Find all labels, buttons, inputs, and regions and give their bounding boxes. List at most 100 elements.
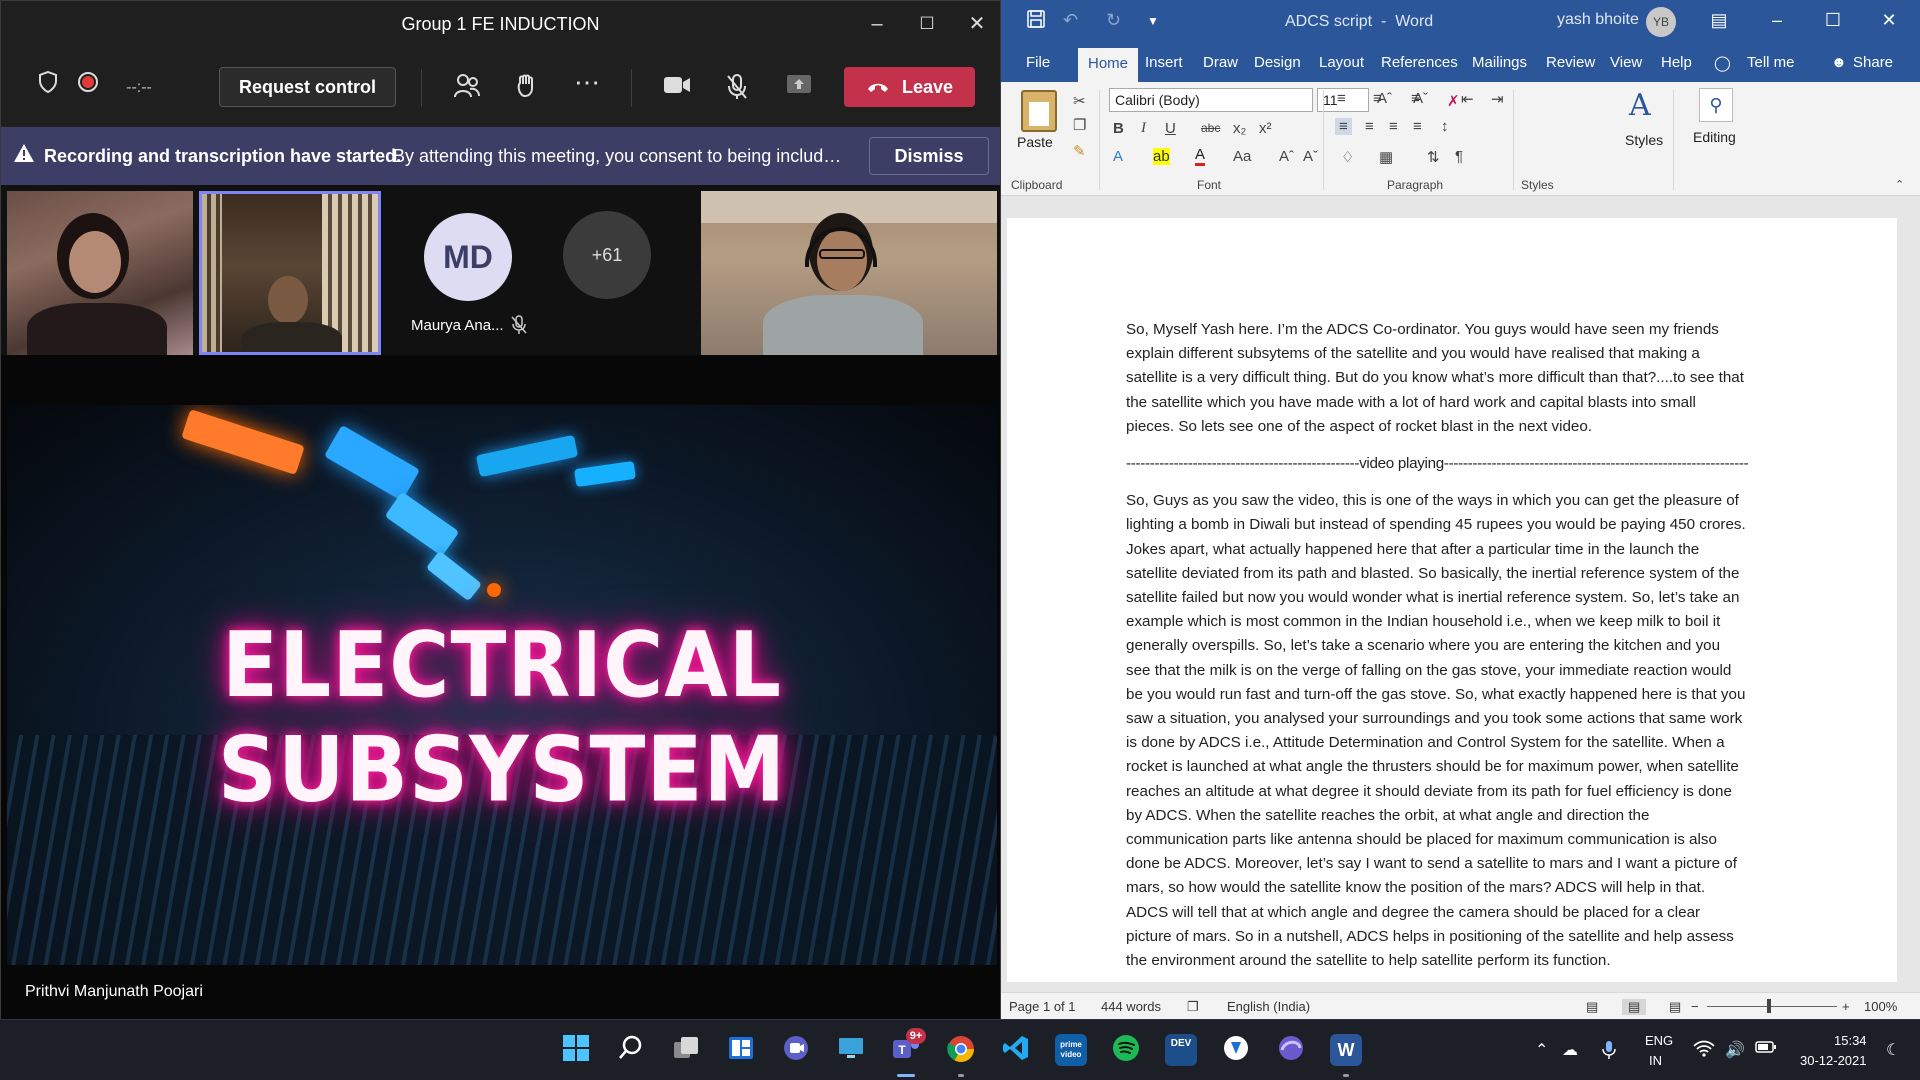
chevron-up-icon[interactable]: ⌃: [1535, 1040, 1548, 1060]
tab-draw[interactable]: Draw: [1203, 54, 1238, 71]
document-page[interactable]: So, Myself Yash here. I’m the ADCS Co-or…: [1007, 218, 1897, 982]
bold-icon[interactable]: B: [1113, 120, 1124, 137]
shading-icon[interactable]: ♢: [1341, 148, 1354, 166]
numbering-icon[interactable]: ≡: [1373, 90, 1382, 107]
shield-icon[interactable]: [33, 70, 63, 101]
camera-icon[interactable]: [662, 73, 692, 103]
remote-desktop-icon[interactable]: [835, 1034, 867, 1066]
proofing-icon[interactable]: ❐: [1187, 999, 1199, 1015]
ribbon-display-icon[interactable]: ▤: [1707, 10, 1731, 31]
format-painter-icon[interactable]: ✎: [1073, 142, 1086, 160]
chat-icon[interactable]: [780, 1034, 812, 1066]
word-app-icon[interactable]: W: [1330, 1034, 1362, 1066]
increase-indent-icon[interactable]: ⇥: [1491, 90, 1504, 108]
word-count[interactable]: 444 words: [1101, 999, 1161, 1014]
grow-font-small-icon[interactable]: Aˆ: [1279, 148, 1294, 165]
tab-help[interactable]: Help: [1661, 54, 1692, 71]
browser-icon[interactable]: [1275, 1034, 1307, 1066]
clock-time[interactable]: 15:34: [1834, 1033, 1867, 1048]
paste-icon[interactable]: [1021, 90, 1057, 132]
styles-button[interactable]: Styles: [1625, 132, 1663, 148]
borders-icon[interactable]: ▦: [1379, 148, 1393, 166]
task-view-icon[interactable]: [670, 1034, 702, 1066]
windows-start-icon[interactable]: [560, 1034, 592, 1066]
redo-icon[interactable]: ↻: [1106, 10, 1121, 31]
superscript-icon[interactable]: x²: [1259, 120, 1272, 137]
styles-icon[interactable]: A: [1629, 88, 1651, 123]
avatar[interactable]: YB: [1646, 7, 1676, 37]
clock-date[interactable]: 30-12-2021: [1800, 1053, 1867, 1068]
share-screen-icon[interactable]: [784, 73, 814, 103]
share-button[interactable]: Share: [1853, 54, 1893, 71]
subscript-icon[interactable]: x₂: [1233, 120, 1246, 137]
vscode-icon[interactable]: [1000, 1034, 1032, 1066]
decrease-indent-icon[interactable]: ⇤: [1461, 90, 1474, 108]
input-language[interactable]: ENG: [1645, 1033, 1673, 1048]
minimize-icon[interactable]: –: [864, 11, 890, 37]
bullets-icon[interactable]: ≡: [1337, 90, 1346, 107]
more-options-icon[interactable]: ⋯: [572, 67, 602, 97]
zoom-level[interactable]: 100%: [1864, 999, 1897, 1014]
chrome-icon[interactable]: [945, 1034, 977, 1066]
onedrive-icon[interactable]: ☁: [1562, 1040, 1578, 1060]
zoom-slider[interactable]: [1707, 1006, 1837, 1007]
wifi-icon[interactable]: [1693, 1040, 1715, 1063]
zoom-out-button[interactable]: −: [1691, 999, 1699, 1014]
zoom-in-button[interactable]: +: [1842, 999, 1850, 1014]
sort-icon[interactable]: ⇅: [1427, 148, 1440, 166]
clear-formatting-icon[interactable]: ✗: [1447, 92, 1460, 110]
strikethrough-icon[interactable]: abc: [1201, 121, 1220, 135]
dismiss-button[interactable]: Dismiss: [869, 137, 989, 175]
align-right-icon[interactable]: ≡: [1389, 118, 1398, 135]
app-icon[interactable]: [1220, 1034, 1252, 1066]
text-effects-icon[interactable]: A: [1113, 148, 1123, 165]
lightbulb-icon[interactable]: ◯: [1714, 54, 1731, 72]
tab-view[interactable]: View: [1610, 54, 1642, 71]
customize-toolbar-icon[interactable]: ▼: [1147, 14, 1159, 28]
align-left-icon[interactable]: ≡: [1335, 118, 1352, 135]
print-layout-icon[interactable]: ▤: [1622, 999, 1647, 1015]
search-icon[interactable]: ⚲: [1699, 88, 1733, 122]
raise-hand-icon[interactable]: [512, 73, 542, 103]
widgets-icon[interactable]: [725, 1034, 757, 1066]
page-count[interactable]: Page 1 of 1: [1009, 999, 1076, 1014]
line-spacing-icon[interactable]: ↕: [1441, 118, 1449, 135]
cut-icon[interactable]: ✂: [1073, 92, 1086, 110]
tab-mailings[interactable]: Mailings: [1472, 54, 1527, 71]
tab-review[interactable]: Review: [1546, 54, 1595, 71]
participant-video-tile[interactable]: [701, 191, 997, 355]
prime-video-icon[interactable]: prime video: [1055, 1034, 1087, 1066]
shrink-font-small-icon[interactable]: Aˇ: [1303, 148, 1318, 165]
dev-app-icon[interactable]: DEV: [1165, 1034, 1197, 1066]
undo-icon[interactable]: ↶: [1063, 10, 1078, 31]
tell-me-search[interactable]: Tell me: [1747, 54, 1795, 71]
align-center-icon[interactable]: ≡: [1365, 118, 1374, 135]
justify-icon[interactable]: ≡: [1413, 118, 1422, 135]
tab-design[interactable]: Design: [1254, 54, 1301, 71]
participant-video-tile-active[interactable]: [199, 191, 381, 355]
participant-video-tile[interactable]: [7, 191, 193, 355]
italic-icon[interactable]: I: [1141, 120, 1146, 137]
font-color-icon[interactable]: A: [1195, 146, 1206, 166]
search-icon[interactable]: [615, 1034, 647, 1066]
document-body[interactable]: So, Myself Yash here. I’m the ADCS Co-or…: [1126, 318, 1748, 982]
save-icon[interactable]: [1027, 10, 1045, 33]
highlight-icon[interactable]: ab: [1153, 148, 1170, 165]
multilevel-list-icon[interactable]: ≡: [1411, 90, 1420, 107]
battery-icon[interactable]: [1755, 1040, 1777, 1059]
people-icon[interactable]: [452, 73, 482, 103]
underline-icon[interactable]: U: [1165, 120, 1176, 137]
participant-avatar-tile[interactable]: MD Maurya Ana...: [401, 191, 541, 355]
leave-button[interactable]: Leave: [844, 67, 975, 107]
web-layout-icon[interactable]: ▤: [1669, 999, 1681, 1015]
tab-references[interactable]: References: [1381, 54, 1458, 71]
spotify-icon[interactable]: [1110, 1034, 1142, 1066]
tab-layout[interactable]: Layout: [1319, 54, 1364, 71]
user-name[interactable]: yash bhoite: [1557, 11, 1639, 29]
microphone-muted-icon[interactable]: [722, 73, 752, 103]
notification-bell-icon[interactable]: ☾: [1886, 1040, 1900, 1060]
share-icon[interactable]: ☻: [1831, 54, 1847, 71]
font-name-select[interactable]: Calibri (Body): [1109, 88, 1313, 112]
tab-insert[interactable]: Insert: [1145, 54, 1183, 71]
maximize-icon[interactable]: ☐: [1821, 10, 1845, 31]
